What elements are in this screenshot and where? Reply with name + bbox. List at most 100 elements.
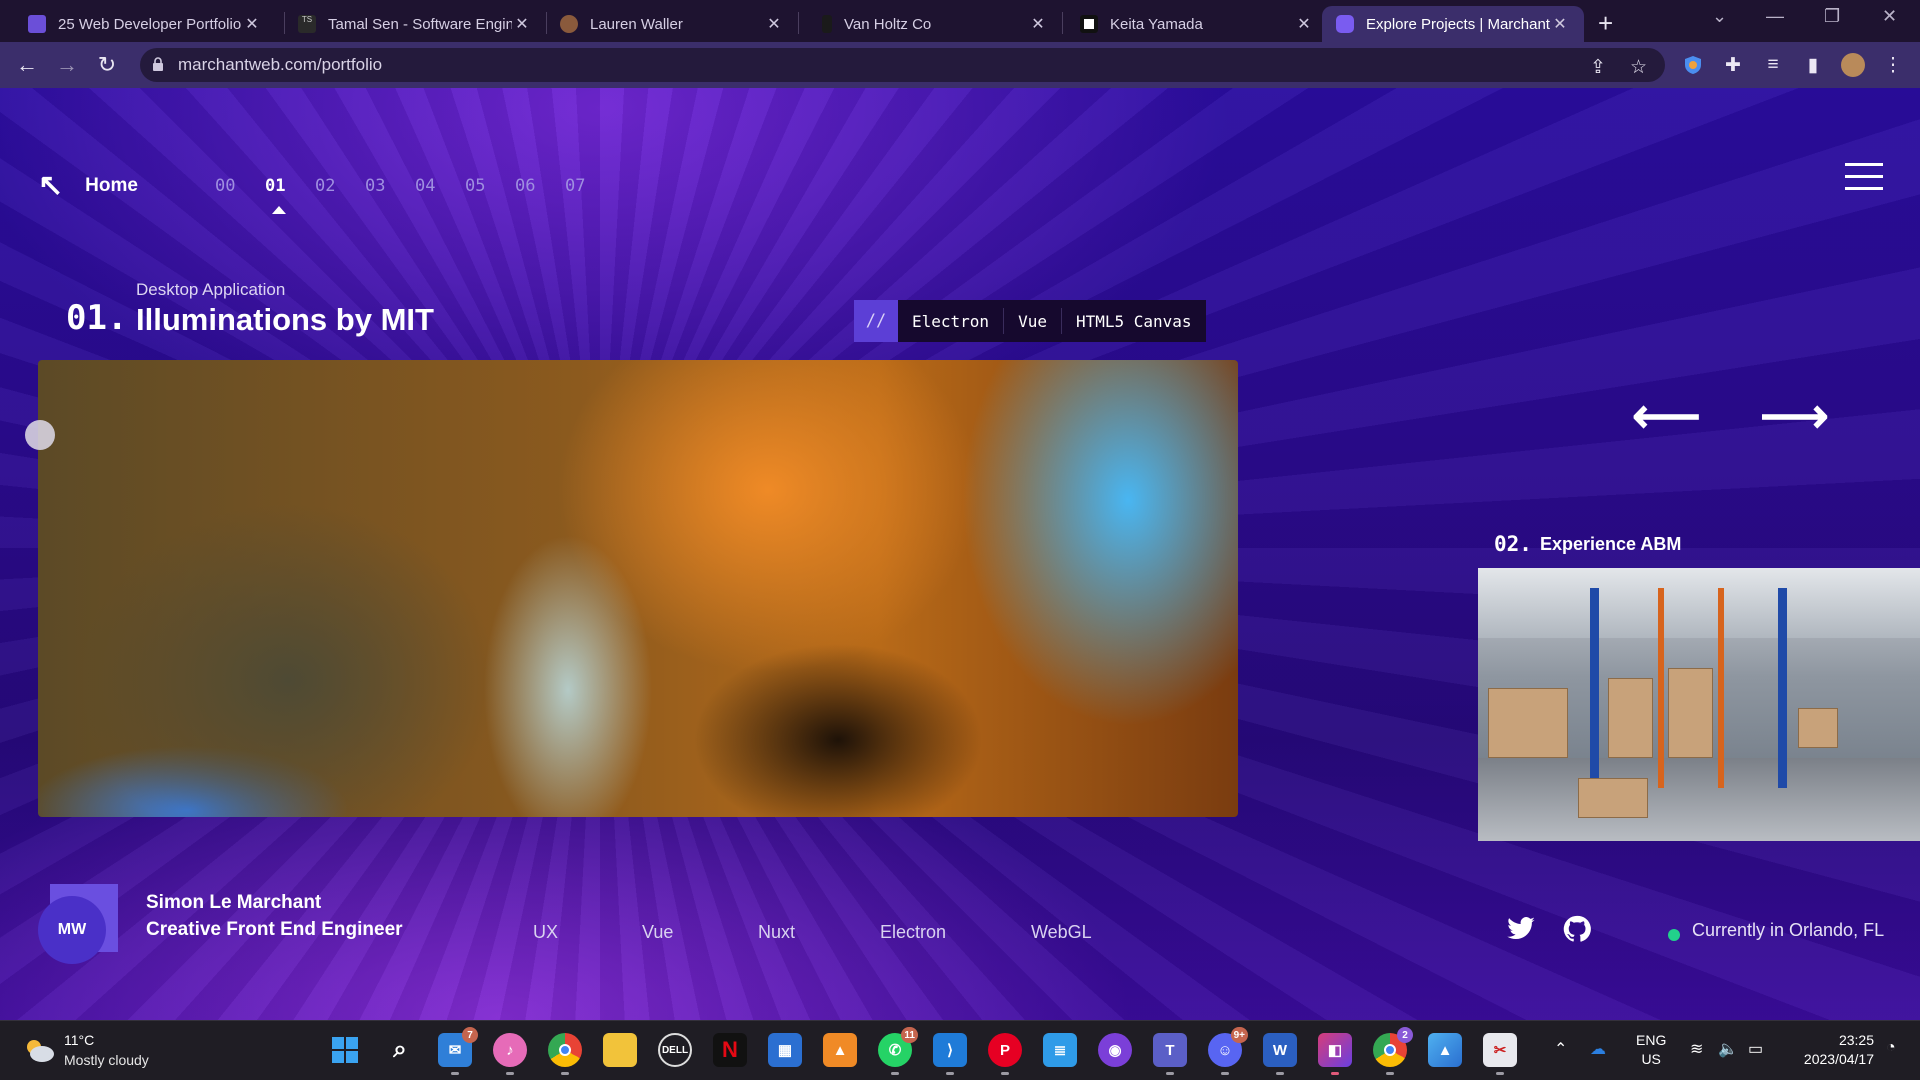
- forward-arrow-icon[interactable]: →: [52, 50, 82, 80]
- windows-start-icon[interactable]: [328, 1033, 362, 1067]
- tag-electron: Electron: [912, 311, 990, 331]
- tab-lauren-waller[interactable]: Lauren Waller ✕: [546, 6, 798, 42]
- weather-description[interactable]: Mostly cloudy: [64, 1052, 149, 1068]
- share-icon[interactable]: ⇪: [1590, 56, 1606, 79]
- close-tab-icon[interactable]: ✕: [1294, 14, 1314, 34]
- warehouse-box: [1608, 678, 1653, 758]
- project-index-04[interactable]: 04: [415, 176, 443, 196]
- close-tab-icon[interactable]: ✕: [1028, 14, 1048, 34]
- project-index-07[interactable]: 07: [565, 176, 593, 196]
- microsoft-store-icon[interactable]: ▦: [768, 1033, 802, 1067]
- location-text: Currently in Orlando, FL: [1692, 920, 1885, 940]
- tab-title: Explore Projects | Marchant: [1366, 15, 1550, 33]
- tab-keita-yamada[interactable]: Keita Yamada ✕: [1066, 6, 1328, 42]
- project-index-00[interactable]: 00: [215, 176, 243, 196]
- pinterest-icon[interactable]: P: [988, 1033, 1022, 1075]
- snipping-tool-icon[interactable]: ✂: [1483, 1033, 1517, 1075]
- more-options-icon[interactable]: ⋮: [1878, 50, 1908, 80]
- site-logo[interactable]: MW: [38, 884, 118, 964]
- tray-overflow-chevron-icon[interactable]: ⌃: [1554, 1039, 1567, 1059]
- project-title[interactable]: Illuminations by MIT: [136, 302, 434, 338]
- close-window-icon[interactable]: ✕: [1882, 6, 1897, 27]
- marchant-favicon-icon: [1336, 15, 1354, 33]
- lauren-waller-avatar-icon: [560, 15, 578, 33]
- sublime-icon[interactable]: ▲: [823, 1033, 857, 1067]
- itunes-icon[interactable]: ♪: [493, 1033, 527, 1075]
- url-text: marchantweb.com/portfolio: [178, 55, 383, 74]
- next-project-title[interactable]: Experience ABM: [1540, 534, 1681, 555]
- tab-web-dev-portfolio[interactable]: 25 Web Developer Portfolio ✕: [14, 6, 276, 42]
- back-arrow-icon[interactable]: ←: [12, 50, 42, 80]
- next-arrow-icon[interactable]: ⟶: [1760, 388, 1829, 444]
- project-index-02[interactable]: 02: [315, 176, 343, 196]
- home-link[interactable]: ↖ Home: [38, 168, 138, 203]
- wifi-icon[interactable]: ≋: [1690, 1039, 1703, 1059]
- minimize-icon[interactable]: —: [1766, 6, 1784, 27]
- word-icon[interactable]: W: [1263, 1033, 1297, 1075]
- project-index-06[interactable]: 06: [515, 176, 543, 196]
- restore-icon[interactable]: ❐: [1824, 6, 1840, 27]
- clock-time: 23:25: [1838, 1032, 1874, 1048]
- language-indicator[interactable]: ENG US: [1636, 1031, 1666, 1069]
- lock-icon: [153, 57, 163, 71]
- bookmark-star-icon[interactable]: ☆: [1630, 56, 1647, 79]
- onedrive-icon[interactable]: ☁: [1590, 1039, 1606, 1059]
- tab-tamal-sen[interactable]: TS Tamal Sen - Software Engin ✕: [284, 6, 546, 42]
- hamburger-menu-icon[interactable]: [1845, 163, 1883, 199]
- project-index-05[interactable]: 05: [465, 176, 493, 196]
- project-index-03[interactable]: 03: [365, 176, 393, 196]
- volume-icon[interactable]: 🔈: [1718, 1039, 1738, 1059]
- weather-temperature[interactable]: 11°C: [64, 1032, 94, 1048]
- browser-toolbar: ← → ↻ marchantweb.com/portfolio ⇪ ☆ ✚ ≡ …: [0, 42, 1920, 88]
- dell-icon[interactable]: DELL: [658, 1033, 692, 1067]
- tab-title: 25 Web Developer Portfolio: [58, 15, 242, 33]
- side-panel-icon[interactable]: ▮: [1798, 50, 1828, 80]
- close-tab-icon[interactable]: ✕: [242, 14, 262, 34]
- photos-icon[interactable]: ▲: [1428, 1033, 1462, 1067]
- media-queue-icon[interactable]: ≡: [1758, 50, 1788, 80]
- reload-icon[interactable]: ↻: [92, 50, 122, 80]
- notifications-icon[interactable]: ◔: [1886, 1039, 1896, 1057]
- github-desktop-icon[interactable]: ◉: [1098, 1033, 1132, 1067]
- close-tab-icon[interactable]: ✕: [1550, 14, 1570, 34]
- slider-handle[interactable]: [25, 420, 55, 450]
- mail-icon[interactable]: ✉ 7: [438, 1027, 478, 1075]
- close-tab-icon[interactable]: ✕: [764, 14, 784, 34]
- arrow-up-left-icon: ↖: [38, 169, 64, 202]
- warehouse-column: [1778, 588, 1787, 788]
- next-project-thumbnail[interactable]: [1478, 568, 1920, 841]
- discord-icon[interactable]: ☺ 9+: [1208, 1027, 1248, 1075]
- previous-arrow-icon[interactable]: ⟵: [1632, 388, 1701, 444]
- current-index-caret-icon: [272, 206, 286, 214]
- twitter-icon[interactable]: [1506, 914, 1536, 944]
- file-explorer-icon[interactable]: [603, 1033, 637, 1067]
- clock[interactable]: 23:25 2023/04/17: [1790, 1031, 1874, 1069]
- tab-van-holtz[interactable]: Van Holtz Co ✕: [808, 6, 1062, 42]
- battery-icon[interactable]: ▭: [1748, 1039, 1763, 1059]
- tab-search-chevron-icon[interactable]: ⌄: [1712, 6, 1727, 27]
- skill-electron: Electron: [880, 922, 947, 942]
- search-icon[interactable]: ⌕: [383, 1033, 417, 1067]
- warehouse-column: [1658, 588, 1664, 788]
- new-tab-plus-icon[interactable]: +: [1598, 8, 1613, 39]
- profile-avatar[interactable]: [1838, 50, 1868, 80]
- chrome-profile-badge: 2: [1397, 1027, 1413, 1043]
- address-bar[interactable]: marchantweb.com/portfolio ⇪ ☆: [140, 48, 1665, 82]
- tab-explore-projects[interactable]: Explore Projects | Marchant ✕: [1322, 6, 1584, 42]
- cloudy-weather-icon[interactable]: [22, 1035, 56, 1065]
- chrome-profile-icon[interactable]: 2: [1373, 1027, 1413, 1075]
- github-icon[interactable]: [1562, 914, 1592, 944]
- vscode-icon[interactable]: ⟩: [933, 1033, 967, 1075]
- figma-app-icon[interactable]: ◧: [1318, 1033, 1352, 1075]
- project-index-01[interactable]: 01: [265, 176, 293, 196]
- project-hero-image[interactable]: [38, 360, 1238, 817]
- chrome-icon[interactable]: [548, 1033, 582, 1075]
- extensions-puzzle-icon[interactable]: ✚: [1718, 50, 1748, 80]
- notepad-icon[interactable]: ≣: [1043, 1033, 1077, 1067]
- netflix-icon[interactable]: N: [713, 1033, 747, 1067]
- whatsapp-icon[interactable]: ✆ 11: [878, 1027, 918, 1075]
- teams-icon[interactable]: T: [1153, 1033, 1187, 1075]
- lang-code: ENG: [1636, 1032, 1667, 1048]
- close-tab-icon[interactable]: ✕: [512, 14, 532, 34]
- extension-shield-icon[interactable]: [1678, 50, 1708, 80]
